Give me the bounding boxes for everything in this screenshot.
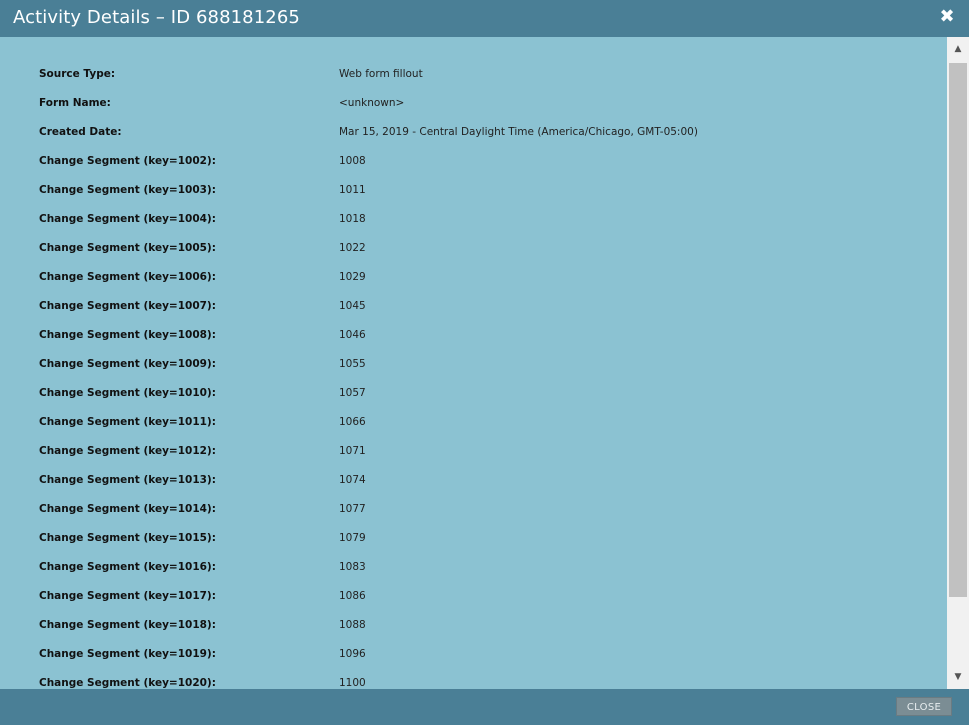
detail-label: Change Segment (key=1015): [39, 532, 216, 544]
detail-row: Form Name: <unknown> [0, 89, 947, 118]
detail-value: 1046 [339, 329, 366, 341]
detail-label: Change Segment (key=1005): [39, 242, 216, 254]
detail-row: Change Segment (key=1011): 1066 [0, 408, 947, 437]
detail-row: Change Segment (key=1018): 1088 [0, 611, 947, 640]
detail-row: Change Segment (key=1015): 1079 [0, 524, 947, 553]
detail-label: Change Segment (key=1009): [39, 358, 216, 370]
detail-row: Change Segment (key=1004): 1018 [0, 205, 947, 234]
detail-label: Change Segment (key=1011): [39, 416, 216, 428]
detail-label: Change Segment (key=1004): [39, 213, 216, 225]
detail-label: Change Segment (key=1017): [39, 590, 216, 602]
close-button[interactable]: CLOSE [896, 697, 952, 716]
detail-value: Mar 15, 2019 - Central Daylight Time (Am… [339, 126, 698, 138]
detail-row: Change Segment (key=1012): 1071 [0, 437, 947, 466]
detail-row: Change Segment (key=1002): 1008 [0, 147, 947, 176]
scroll-down-arrow-icon[interactable]: ▼ [947, 665, 969, 689]
detail-value: 1086 [339, 590, 366, 602]
detail-value: 1055 [339, 358, 366, 370]
detail-label: Change Segment (key=1008): [39, 329, 216, 341]
detail-value: 1088 [339, 619, 366, 631]
vertical-scrollbar[interactable]: ▲ ▼ [947, 37, 969, 689]
detail-value: 1057 [339, 387, 366, 399]
close-icon[interactable]: ✖ [939, 8, 955, 26]
detail-value: 1011 [339, 184, 366, 196]
detail-row: Change Segment (key=1014): 1077 [0, 495, 947, 524]
dialog-footer: CLOSE [0, 689, 969, 725]
detail-label: Change Segment (key=1012): [39, 445, 216, 457]
scrollbar-thumb[interactable] [949, 63, 967, 597]
detail-value: 1029 [339, 271, 366, 283]
activity-details-panel: Source Type: Web form fillout Form Name: <u… [0, 37, 947, 689]
detail-row: Change Segment (key=1005): 1022 [0, 234, 947, 263]
scroll-up-arrow-icon[interactable]: ▲ [947, 37, 969, 61]
detail-value: 1045 [339, 300, 366, 312]
detail-row: Change Segment (key=1019): 1096 [0, 640, 947, 669]
dialog-title: Activity Details – ID 688181265 [13, 7, 300, 28]
detail-label: Change Segment (key=1010): [39, 387, 216, 399]
detail-value: 1022 [339, 242, 366, 254]
detail-value: 1008 [339, 155, 366, 167]
detail-value: 1083 [339, 561, 366, 573]
dialog-titlebar: Activity Details – ID 688181265 ✖ [0, 0, 969, 37]
detail-value: 1079 [339, 532, 366, 544]
detail-value: 1100 [339, 677, 366, 689]
detail-label: Change Segment (key=1020): [39, 677, 216, 689]
detail-label: Change Segment (key=1006): [39, 271, 216, 283]
detail-label: Change Segment (key=1018): [39, 619, 216, 631]
detail-label: Form Name: [39, 97, 111, 109]
detail-value: 1018 [339, 213, 366, 225]
detail-value: 1071 [339, 445, 366, 457]
detail-value: <unknown> [339, 97, 405, 109]
detail-row: Change Segment (key=1003): 1011 [0, 176, 947, 205]
detail-value: 1077 [339, 503, 366, 515]
detail-row: Change Segment (key=1008): 1046 [0, 321, 947, 350]
detail-value: 1066 [339, 416, 366, 428]
detail-label: Change Segment (key=1013): [39, 474, 216, 486]
detail-row: Source Type: Web form fillout [0, 60, 947, 89]
detail-value: 1074 [339, 474, 366, 486]
detail-label: Change Segment (key=1003): [39, 184, 216, 196]
detail-value: Web form fillout [339, 68, 423, 80]
detail-label: Change Segment (key=1019): [39, 648, 216, 660]
detail-row: Change Segment (key=1007): 1045 [0, 292, 947, 321]
detail-label: Change Segment (key=1007): [39, 300, 216, 312]
detail-row: Change Segment (key=1006): 1029 [0, 263, 947, 292]
detail-label: Change Segment (key=1014): [39, 503, 216, 515]
detail-label: Change Segment (key=1016): [39, 561, 216, 573]
detail-row: Change Segment (key=1020): 1100 [0, 669, 947, 689]
detail-label: Change Segment (key=1002): [39, 155, 216, 167]
detail-row: Change Segment (key=1016): 1083 [0, 553, 947, 582]
detail-label: Source Type: [39, 68, 116, 80]
detail-label: Created Date: [39, 126, 122, 138]
detail-row: Change Segment (key=1010): 1057 [0, 379, 947, 408]
detail-row: Created Date: Mar 15, 2019 - Central Dayl… [0, 118, 947, 147]
detail-row: Change Segment (key=1017): 1086 [0, 582, 947, 611]
detail-row: Change Segment (key=1013): 1074 [0, 466, 947, 495]
detail-value: 1096 [339, 648, 366, 660]
detail-row: Change Segment (key=1009): 1055 [0, 350, 947, 379]
